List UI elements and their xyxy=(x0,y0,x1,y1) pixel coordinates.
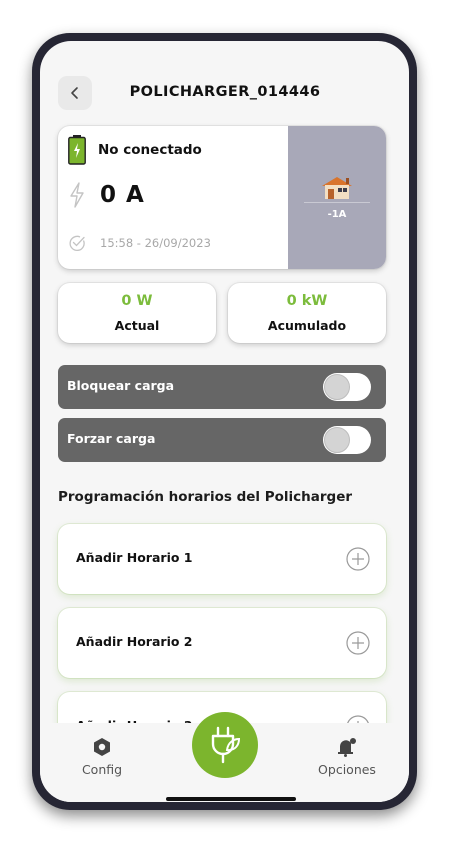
nav-config-label: Config xyxy=(81,762,123,777)
force-charge-row: Forzar carga xyxy=(58,418,386,462)
current-row: 0 A xyxy=(68,181,145,209)
app-screen: POLICHARGER_014446 No conectado 0 A 15:5… xyxy=(40,41,409,802)
block-charge-label: Bloquear carga xyxy=(67,378,175,393)
actual-power-label: Actual xyxy=(114,318,160,333)
charge-main-button[interactable] xyxy=(192,712,258,778)
accumulated-energy-label: Acumulado xyxy=(267,318,347,333)
plus-circle-icon[interactable] xyxy=(346,631,370,655)
last-update-timestamp: 15:58 - 26/09/2023 xyxy=(100,236,211,250)
block-charge-toggle[interactable] xyxy=(323,373,371,401)
check-circle-icon xyxy=(69,235,85,251)
add-schedule-2-card[interactable]: Añadir Horario 2 xyxy=(58,608,386,678)
block-charge-row: Bloquear carga xyxy=(58,365,386,409)
accumulated-energy-card: 0 kW Acumulado xyxy=(228,283,386,343)
chevron-left-icon xyxy=(71,87,78,99)
force-charge-label: Forzar carga xyxy=(67,431,156,446)
bell-user-icon xyxy=(338,738,356,757)
house-panel: -1A xyxy=(288,126,386,269)
actual-power-card: 0 W Actual xyxy=(58,283,216,343)
force-charge-toggle[interactable] xyxy=(323,426,371,454)
actual-power-value: 0 W xyxy=(121,293,153,309)
status-details: No conectado 0 A 15:58 - 26/09/2023 xyxy=(58,126,288,269)
home-indicator xyxy=(166,797,296,801)
house-icon-wrap xyxy=(288,174,386,204)
battery-icon xyxy=(68,135,86,165)
nav-options-label: Opciones xyxy=(318,762,376,777)
page-title: POLICHARGER_014446 xyxy=(129,84,321,100)
add-schedule-1-card[interactable]: Añadir Horario 1 xyxy=(58,524,386,594)
schedule-label: Añadir Horario 2 xyxy=(76,634,193,649)
toggle-knob xyxy=(324,427,350,453)
lightning-icon xyxy=(70,182,84,208)
house-divider xyxy=(304,202,370,203)
schedules-section-title: Programación horarios del Policharger xyxy=(58,489,353,505)
plug-leaf-icon xyxy=(211,726,241,764)
schedule-label: Añadir Horario 1 xyxy=(76,550,193,565)
plus-circle-icon[interactable] xyxy=(346,547,370,571)
charger-status-card: No conectado 0 A 15:58 - 26/09/2023 -1A xyxy=(58,126,386,269)
house-icon xyxy=(322,177,352,199)
connection-row: No conectado xyxy=(68,135,202,165)
timestamp-row: 15:58 - 26/09/2023 xyxy=(68,234,211,252)
hexagon-nut-icon xyxy=(94,738,110,756)
phone-frame: POLICHARGER_014446 No conectado 0 A 15:5… xyxy=(32,33,417,810)
house-current: -1A xyxy=(327,209,347,220)
current-value: 0 A xyxy=(100,182,145,208)
accumulated-energy-value: 0 kW xyxy=(286,293,328,309)
connection-status: No conectado xyxy=(98,142,202,158)
nav-options[interactable]: Opciones xyxy=(312,737,382,777)
nav-config[interactable]: Config xyxy=(72,737,132,777)
toggle-knob xyxy=(324,374,350,400)
back-button[interactable] xyxy=(58,76,92,110)
